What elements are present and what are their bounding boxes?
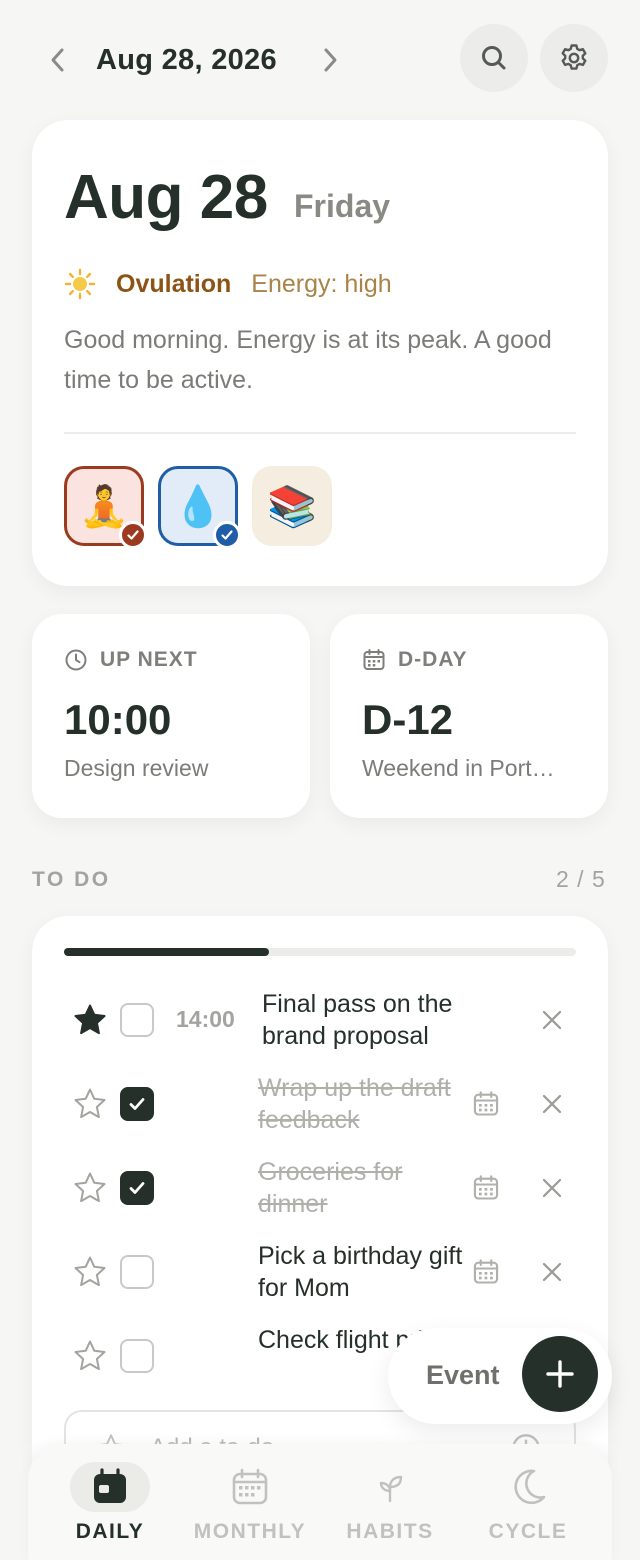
todo-text[interactable]: Pick a birthday gift for Mom (258, 1240, 474, 1304)
d-day-value: D-12 (362, 696, 454, 743)
today-card: Aug 28 Friday Ovulation Energy: high Goo… (32, 120, 608, 586)
add-button[interactable] (522, 1336, 598, 1412)
search-icon (482, 46, 506, 70)
cycle-phase: Ovulation (116, 269, 232, 298)
todo-text[interactable]: Final pass on the brand proposal (262, 988, 478, 1052)
todo-time: 14:00 (176, 1006, 235, 1032)
nav-label-monthly: MONTHLY (193, 1520, 307, 1543)
sun-icon (64, 268, 96, 300)
calendar-day-icon (94, 1468, 126, 1503)
calendar-icon[interactable] (472, 1174, 500, 1202)
water-drop-icon: 💧 (173, 484, 223, 529)
plus-icon (546, 1360, 574, 1388)
event-label[interactable]: Event (426, 1360, 500, 1391)
gear-icon (561, 44, 587, 70)
star-outline-icon[interactable] (72, 1170, 108, 1206)
d-day-label: D-DAY (398, 648, 468, 671)
check-icon (129, 1182, 145, 1194)
up-next-time: 10:00 (64, 696, 172, 743)
close-icon[interactable] (536, 1004, 568, 1036)
up-next-title: Design review (64, 755, 209, 781)
settings-button[interactable] (540, 24, 608, 92)
todo-item: Wrap up the draft feedback (32, 1062, 608, 1146)
todo-section-label: TO DO (32, 868, 111, 891)
nav-label-cycle: CYCLE (488, 1520, 568, 1543)
habit-chip-reading[interactable]: 📚 (252, 466, 332, 546)
calendar-icon[interactable] (472, 1090, 500, 1118)
nav-label-habits: HABITS (346, 1520, 434, 1543)
todo-progress-fill (64, 948, 269, 956)
todo-checkbox[interactable] (120, 1339, 154, 1373)
check-badge-icon (119, 521, 147, 549)
meditation-icon: 🧘 (79, 484, 129, 529)
close-icon[interactable] (536, 1172, 568, 1204)
moon-icon (514, 1469, 546, 1505)
calendar-month-icon (232, 1468, 268, 1505)
todo-item: 14:00 Final pass on the brand proposal (32, 978, 608, 1062)
star-outline-icon[interactable] (72, 1086, 108, 1122)
todo-item: Groceries for dinner (32, 1146, 608, 1230)
nav-label-daily: DAILY (75, 1520, 145, 1543)
todo-text[interactable]: Groceries for dinner (258, 1156, 474, 1220)
chevron-right-icon[interactable] (312, 40, 348, 80)
nav-tab-daily[interactable]: DAILY (40, 1462, 180, 1560)
search-button[interactable] (460, 24, 528, 92)
current-date[interactable]: Aug 28, 2026 (96, 40, 277, 80)
nav-tab-cycle[interactable]: CYCLE (458, 1462, 598, 1560)
todo-text[interactable]: Wrap up the draft feedback (258, 1072, 474, 1136)
calendar-icon[interactable] (472, 1258, 500, 1286)
todo-count: 2 / 5 (556, 866, 606, 892)
close-icon[interactable] (536, 1256, 568, 1288)
energy-level: Energy: high (251, 269, 392, 298)
todo-checkbox[interactable] (120, 1255, 154, 1289)
star-filled-icon[interactable] (72, 1002, 108, 1038)
todo-item: Pick a birthday gift for Mom (32, 1230, 608, 1314)
todo-progress-bar (64, 948, 576, 956)
d-day-card[interactable]: D-DAY D-12 Weekend in Port… (330, 614, 608, 818)
clock-icon (65, 649, 87, 671)
star-outline-icon[interactable] (72, 1254, 108, 1290)
star-outline-icon[interactable] (72, 1338, 108, 1374)
up-next-card[interactable]: UP NEXT 10:00 Design review (32, 614, 310, 818)
hero-date: Aug 28 (64, 163, 268, 232)
todo-checkbox[interactable] (120, 1003, 154, 1037)
habit-chip-meditation[interactable]: 🧘 (64, 466, 147, 549)
calendar-icon (363, 649, 385, 670)
todo-checkbox[interactable] (120, 1171, 154, 1205)
books-icon: 📚 (267, 484, 317, 529)
greeting-message: Good morning. Energy is at its peak. A g… (64, 326, 552, 394)
d-day-title: Weekend in Port… (362, 755, 555, 781)
todo-checkbox[interactable] (120, 1087, 154, 1121)
bottom-navigation: DAILY MONTHLY HABITS CYCLE (28, 1444, 612, 1560)
up-next-header: UP NEXT (64, 648, 198, 672)
sprout-icon (379, 1475, 403, 1503)
check-badge-icon (213, 521, 241, 549)
habit-chip-water[interactable]: 💧 (158, 466, 241, 549)
d-day-header: D-DAY (362, 648, 468, 672)
up-next-label: UP NEXT (100, 648, 198, 671)
nav-tab-habits[interactable]: HABITS (320, 1462, 460, 1560)
top-bar: Aug 28, 2026 (0, 0, 640, 120)
check-icon (129, 1098, 145, 1110)
add-event-pill[interactable]: Event (388, 1328, 612, 1424)
cycle-phase-row: Ovulation Energy: high (64, 266, 392, 302)
hero-weekday: Friday (294, 188, 391, 224)
nav-tab-monthly[interactable]: MONTHLY (180, 1462, 320, 1560)
chevron-left-icon[interactable] (40, 40, 76, 80)
divider (64, 432, 576, 434)
close-icon[interactable] (536, 1088, 568, 1120)
